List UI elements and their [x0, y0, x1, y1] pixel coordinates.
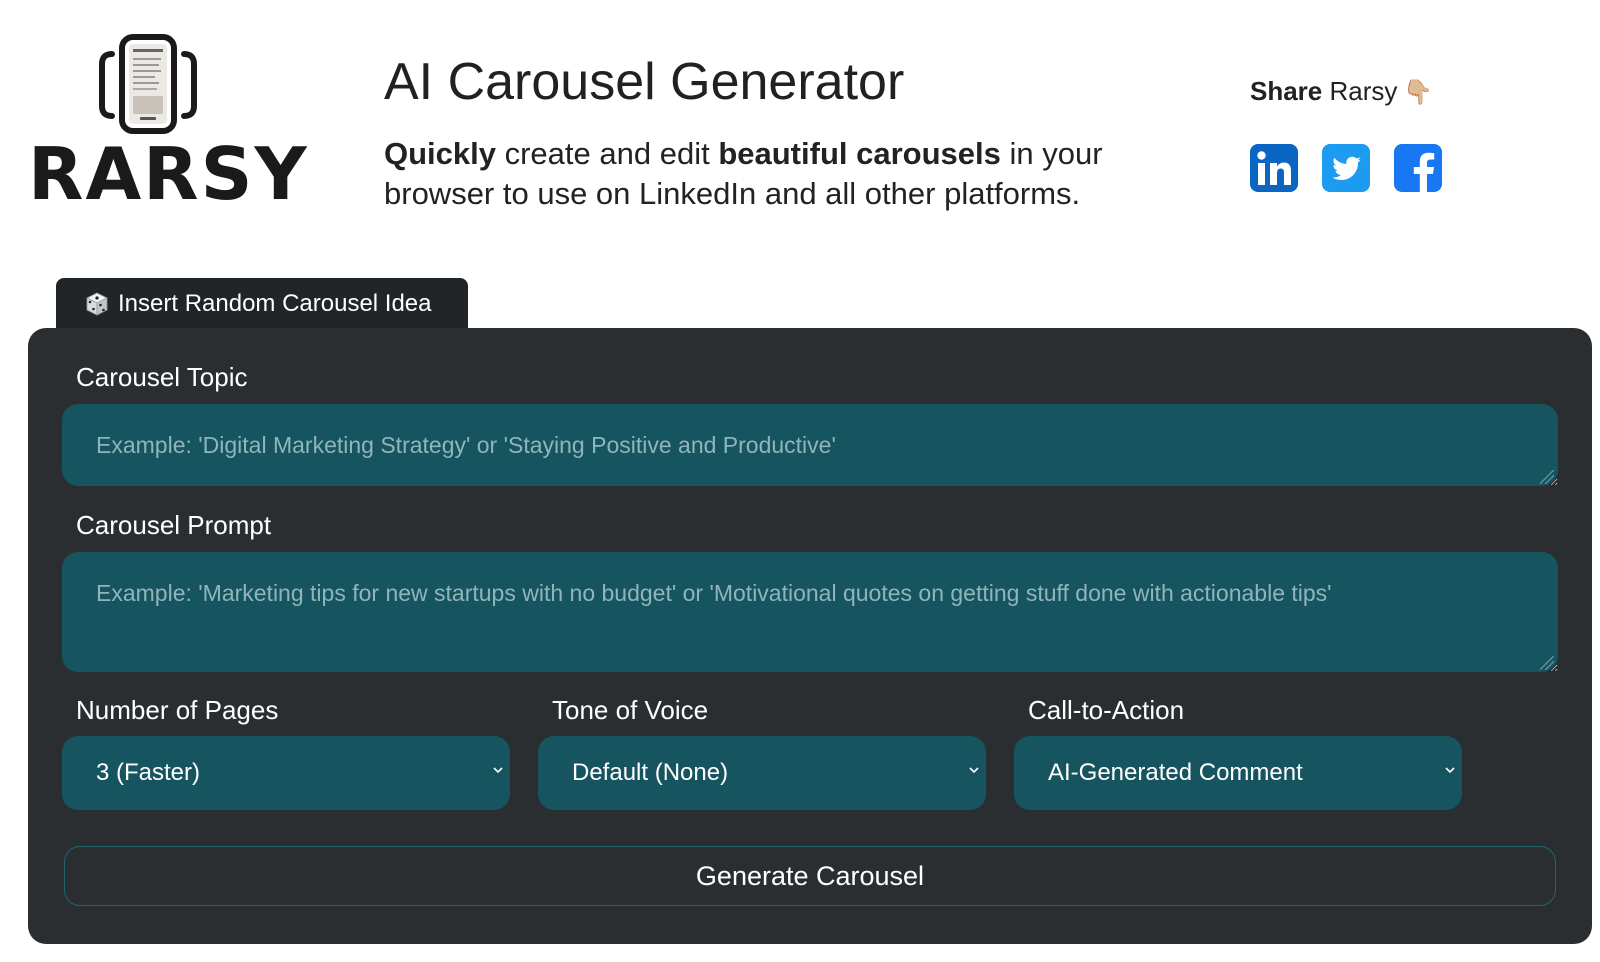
- subtitle-text-1: create and edit: [496, 136, 719, 171]
- twitter-icon[interactable]: [1322, 144, 1370, 192]
- share-text: Rarsy: [1322, 76, 1398, 106]
- facebook-icon[interactable]: [1394, 144, 1442, 192]
- call-to-action-label: Call-to-Action: [1028, 695, 1185, 725]
- page-subtitle: Quickly create and edit beautiful carous…: [384, 134, 1164, 214]
- number-of-pages-label: Number of Pages: [76, 695, 279, 725]
- carousel-prompt-label: Carousel Prompt: [76, 510, 272, 540]
- page: RARSY AI Carousel Generator Quickly crea…: [0, 0, 1600, 962]
- generate-carousel-button[interactable]: Generate Carousel: [64, 846, 1556, 906]
- insert-random-idea-button[interactable]: Insert Random Carousel Idea: [56, 278, 468, 330]
- share-bold: Share: [1250, 76, 1323, 106]
- chevron-down-icon: [969, 767, 979, 774]
- pointing-down-icon: 👇🏼: [1403, 79, 1434, 106]
- carousel-topic-label: Carousel Topic: [76, 362, 248, 392]
- subtitle-bold-quickly: Quickly: [384, 136, 496, 171]
- brand-wordmark: RARSY: [28, 132, 309, 216]
- insert-random-idea-label: Insert Random Carousel Idea: [118, 290, 432, 317]
- linkedin-icon[interactable]: [1250, 144, 1298, 192]
- page-title: AI Carousel Generator: [384, 53, 905, 111]
- subtitle-bold-carousels: beautiful carousels: [718, 136, 1001, 171]
- tone-of-voice-select[interactable]: Default (None): [538, 736, 986, 810]
- share-heading: Share Rarsy 👇🏼: [1250, 76, 1433, 107]
- call-to-action-select[interactable]: AI-Generated Comment: [1014, 736, 1462, 810]
- tone-of-voice-label: Tone of Voice: [552, 695, 709, 725]
- number-of-pages-select[interactable]: 3 (Faster): [62, 736, 510, 810]
- call-to-action-value: AI-Generated Comment: [1048, 759, 1303, 786]
- carousel-form: Carousel Topic Carousel Prompt Number of…: [28, 328, 1592, 944]
- carousel-prompt-input[interactable]: [62, 552, 1558, 672]
- carousel-topic-input[interactable]: [62, 404, 1558, 486]
- dice-icon: [86, 292, 108, 316]
- number-of-pages-value: 3 (Faster): [96, 759, 201, 786]
- chevron-down-icon: [493, 767, 503, 774]
- generate-carousel-label: Generate Carousel: [695, 860, 925, 891]
- brand-logo[interactable]: RARSY: [28, 34, 307, 214]
- tone-of-voice-value: Default (None): [572, 759, 729, 786]
- phone-carousel-logo-icon: [99, 34, 197, 134]
- chevron-down-icon: [1445, 767, 1455, 774]
- social-share-links: [1250, 144, 1442, 192]
